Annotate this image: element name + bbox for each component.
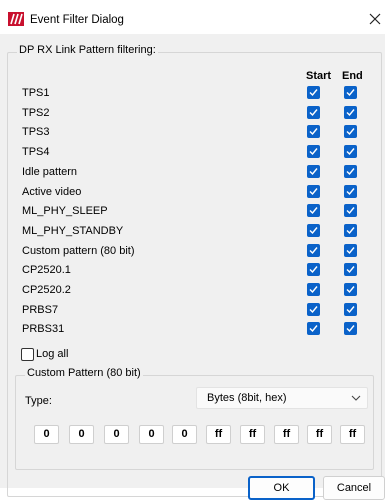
start-checkbox[interactable] bbox=[307, 106, 320, 119]
checkmark-icon bbox=[309, 266, 318, 274]
end-checkbox[interactable] bbox=[344, 244, 357, 257]
checkmark-icon bbox=[346, 148, 355, 156]
end-checkbox[interactable] bbox=[344, 185, 357, 198]
link-pattern-group-title: DP RX Link Pattern filtering: bbox=[17, 44, 158, 56]
pattern-label: Custom pattern (80 bit) bbox=[22, 245, 135, 257]
checkmark-icon bbox=[346, 168, 355, 176]
checkmark-icon bbox=[309, 89, 318, 97]
pattern-label: Idle pattern bbox=[22, 166, 78, 178]
checkmark-icon bbox=[309, 148, 318, 156]
checkmark-icon bbox=[309, 109, 318, 117]
app-logo-icon bbox=[8, 12, 24, 26]
start-checkbox[interactable] bbox=[307, 263, 320, 276]
start-checkbox[interactable] bbox=[307, 322, 320, 335]
end-checkbox[interactable] bbox=[344, 303, 357, 316]
end-checkbox[interactable] bbox=[344, 322, 357, 335]
close-icon bbox=[369, 13, 381, 25]
end-checkbox[interactable] bbox=[344, 106, 357, 119]
end-checkbox[interactable] bbox=[344, 263, 357, 276]
title-bar: Event Filter Dialog bbox=[0, 0, 385, 34]
end-checkbox[interactable] bbox=[344, 283, 357, 296]
log-all-label: Log all bbox=[36, 348, 69, 360]
pattern-label: Active video bbox=[22, 186, 82, 198]
byte-input[interactable]: 0 bbox=[139, 425, 164, 444]
checkmark-icon bbox=[346, 109, 355, 117]
log-all-checkbox[interactable] bbox=[21, 348, 34, 361]
checkmark-icon bbox=[346, 188, 355, 196]
end-checkbox[interactable] bbox=[344, 165, 357, 178]
byte-input[interactable]: 0 bbox=[104, 425, 129, 444]
dialog-client-area: DP RX Link Pattern filtering: Start End … bbox=[0, 34, 385, 500]
checkmark-icon bbox=[346, 128, 355, 136]
type-select[interactable]: Bytes (8bit, hex) bbox=[196, 387, 368, 409]
checkmark-icon bbox=[346, 306, 355, 314]
start-checkbox[interactable] bbox=[307, 165, 320, 178]
checkmark-icon bbox=[309, 207, 318, 215]
byte-input[interactable]: 0 bbox=[34, 425, 59, 444]
start-checkbox[interactable] bbox=[307, 303, 320, 316]
start-checkbox[interactable] bbox=[307, 145, 320, 158]
byte-input[interactable]: ff bbox=[340, 425, 365, 444]
pattern-label: PRBS7 bbox=[22, 304, 59, 316]
checkmark-icon bbox=[346, 89, 355, 97]
byte-input[interactable]: 0 bbox=[172, 425, 197, 444]
start-checkbox[interactable] bbox=[307, 224, 320, 237]
start-checkbox[interactable] bbox=[307, 125, 320, 138]
checkmark-icon bbox=[309, 168, 318, 176]
checkmark-icon bbox=[309, 227, 318, 235]
pattern-label: TPS4 bbox=[22, 146, 50, 158]
end-column-header: End bbox=[342, 70, 363, 82]
start-column-header: Start bbox=[306, 70, 332, 82]
byte-input[interactable]: ff bbox=[240, 425, 265, 444]
pattern-label: CP2520.2 bbox=[22, 284, 71, 296]
pattern-label: ML_PHY_SLEEP bbox=[22, 205, 108, 217]
start-checkbox[interactable] bbox=[307, 86, 320, 99]
checkmark-icon bbox=[309, 306, 318, 314]
checkmark-icon bbox=[346, 207, 355, 215]
checkmark-icon bbox=[346, 266, 355, 274]
pattern-label: ML_PHY_STANDBY bbox=[22, 225, 124, 237]
checkmark-icon bbox=[346, 227, 355, 235]
custom-pattern-group-title: Custom Pattern (80 bit) bbox=[25, 367, 143, 379]
start-checkbox[interactable] bbox=[307, 283, 320, 296]
end-checkbox[interactable] bbox=[344, 204, 357, 217]
checkmark-icon bbox=[346, 325, 355, 333]
pattern-label: TPS1 bbox=[22, 87, 50, 99]
checkmark-icon bbox=[309, 247, 318, 255]
ok-button[interactable]: OK bbox=[248, 476, 315, 500]
checkmark-icon bbox=[309, 325, 318, 333]
pattern-label: TPS3 bbox=[22, 126, 50, 138]
end-checkbox[interactable] bbox=[344, 224, 357, 237]
pattern-label: TPS2 bbox=[22, 107, 50, 119]
end-checkbox[interactable] bbox=[344, 86, 357, 99]
pattern-label: CP2520.1 bbox=[22, 264, 71, 276]
checkmark-icon bbox=[346, 247, 355, 255]
type-label: Type: bbox=[25, 395, 52, 407]
end-checkbox[interactable] bbox=[344, 145, 357, 158]
start-checkbox[interactable] bbox=[307, 244, 320, 257]
start-checkbox[interactable] bbox=[307, 185, 320, 198]
chevron-down-icon bbox=[351, 395, 361, 401]
cancel-button[interactable]: Cancel bbox=[323, 476, 385, 500]
byte-input[interactable]: ff bbox=[274, 425, 299, 444]
checkmark-icon bbox=[309, 188, 318, 196]
byte-input[interactable]: 0 bbox=[69, 425, 94, 444]
checkmark-icon bbox=[309, 286, 318, 294]
byte-input[interactable]: ff bbox=[206, 425, 231, 444]
checkmark-icon bbox=[309, 128, 318, 136]
byte-input[interactable]: ff bbox=[307, 425, 332, 444]
window-title: Event Filter Dialog bbox=[30, 14, 124, 26]
type-select-value: Bytes (8bit, hex) bbox=[207, 392, 287, 404]
close-button[interactable] bbox=[366, 9, 384, 29]
checkmark-icon bbox=[346, 286, 355, 294]
start-checkbox[interactable] bbox=[307, 204, 320, 217]
end-checkbox[interactable] bbox=[344, 125, 357, 138]
pattern-label: PRBS31 bbox=[22, 323, 65, 335]
